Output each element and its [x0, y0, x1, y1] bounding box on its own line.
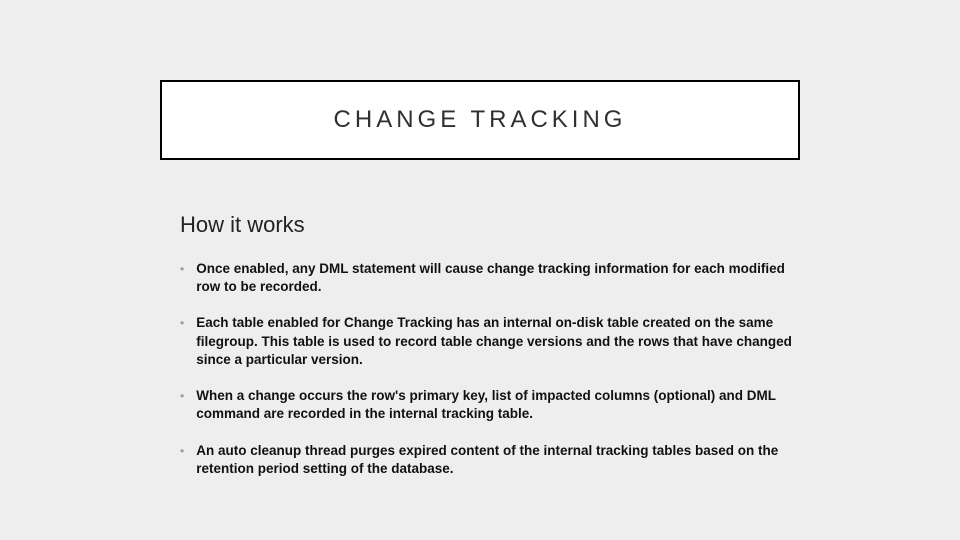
- slide-subtitle: How it works: [180, 212, 305, 238]
- bullet-icon: •: [180, 445, 184, 457]
- bullet-text: Once enabled, any DML statement will cau…: [196, 260, 800, 296]
- list-item: • Once enabled, any DML statement will c…: [180, 260, 800, 296]
- title-box: CHANGE TRACKING: [160, 80, 800, 160]
- list-item: • An auto cleanup thread purges expired …: [180, 442, 800, 478]
- bullet-text: An auto cleanup thread purges expired co…: [196, 442, 800, 478]
- bullet-text: When a change occurs the row's primary k…: [196, 387, 800, 423]
- bullet-text: Each table enabled for Change Tracking h…: [196, 314, 800, 369]
- list-item: • When a change occurs the row's primary…: [180, 387, 800, 423]
- bullet-icon: •: [180, 317, 184, 329]
- slide: CHANGE TRACKING How it works • Once enab…: [0, 0, 960, 540]
- bullet-list: • Once enabled, any DML statement will c…: [180, 260, 800, 496]
- bullet-icon: •: [180, 390, 184, 402]
- slide-title: CHANGE TRACKING: [334, 106, 627, 134]
- list-item: • Each table enabled for Change Tracking…: [180, 314, 800, 369]
- bullet-icon: •: [180, 263, 184, 275]
